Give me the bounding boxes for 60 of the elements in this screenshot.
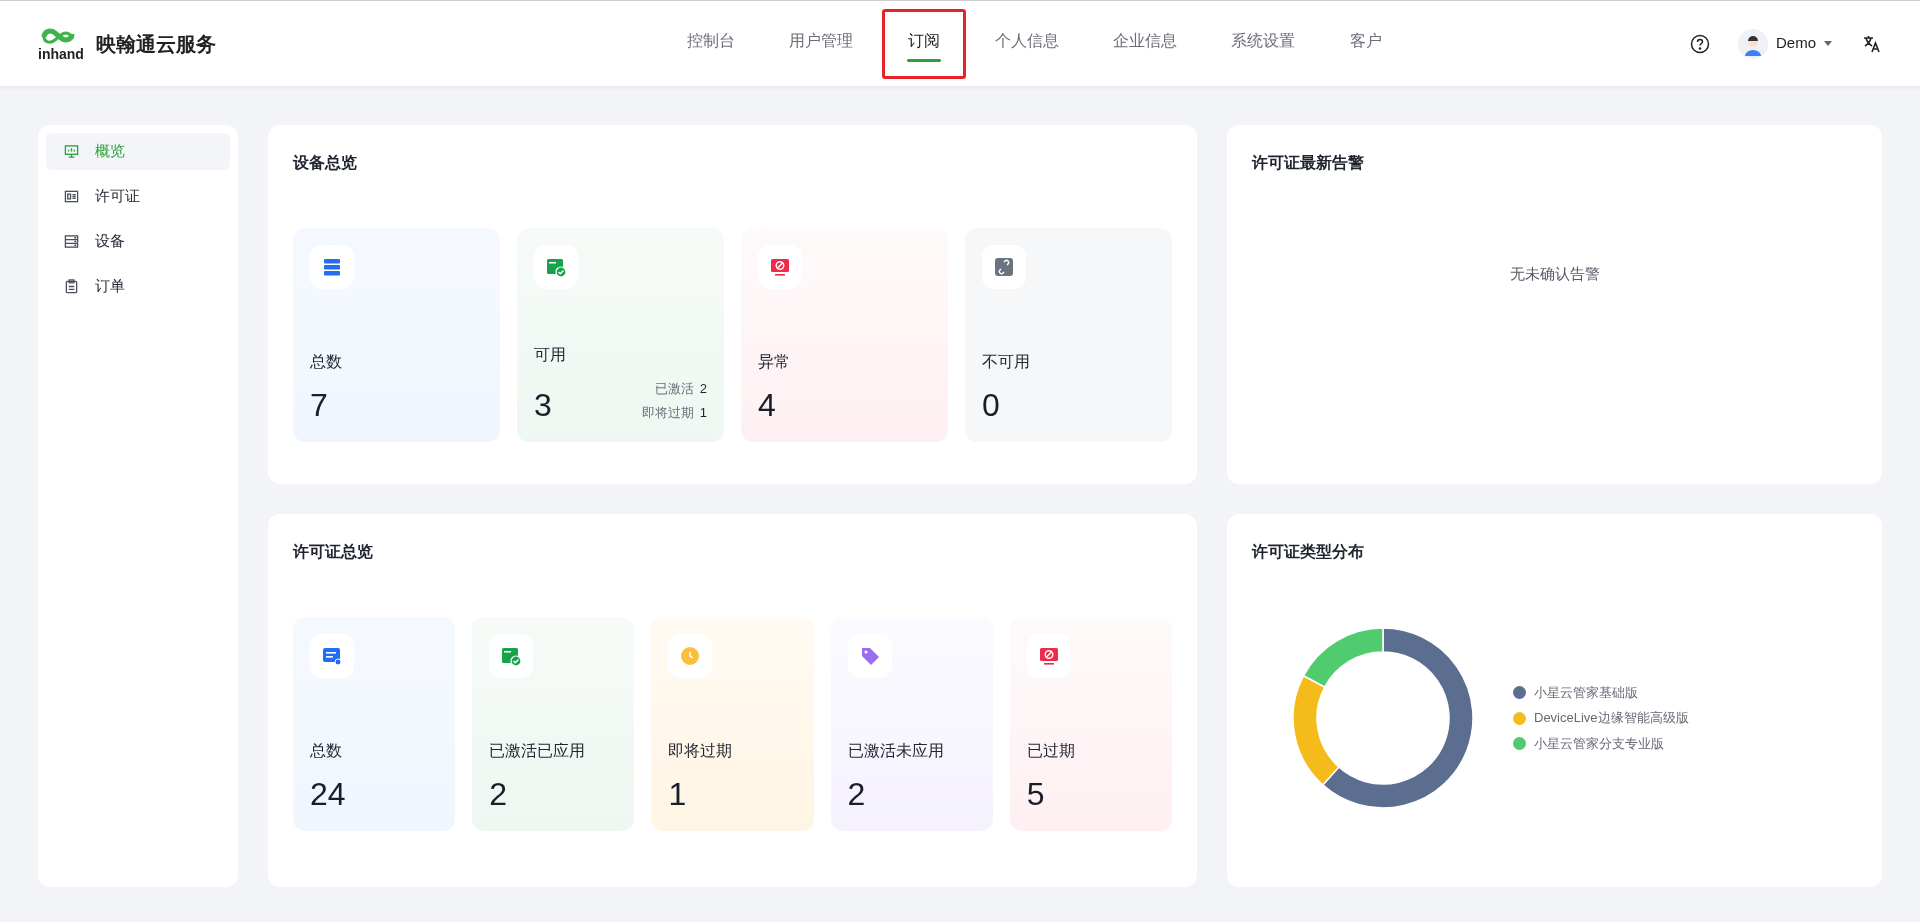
stat-value: 3 — [534, 386, 552, 424]
nav-tab[interactable]: 系统设置 — [1206, 8, 1320, 79]
server-icon — [64, 234, 79, 249]
sidebar-item[interactable]: 订单 — [46, 268, 230, 305]
sidebar-item[interactable]: 概览 — [46, 133, 230, 170]
stat-label: 总数 — [310, 352, 343, 372]
user-menu[interactable]: Demo — [1738, 28, 1832, 59]
panel-title: 许可证类型分布 — [1252, 542, 1365, 562]
stat-label: 可用 — [534, 345, 567, 365]
caret-icon — [1824, 41, 1832, 46]
sidebar-item[interactable]: 设备 — [46, 223, 230, 260]
stat-label: 已激活未应用 — [847, 741, 945, 761]
stat-label: 不可用 — [982, 352, 1031, 372]
panel-title: 设备总览 — [293, 153, 358, 173]
detail-value: 1 — [699, 403, 707, 422]
clock-icon — [679, 645, 702, 667]
stat-label: 已激活已应用 — [489, 741, 587, 761]
nav-tab[interactable]: 企业信息 — [1088, 8, 1202, 79]
detail-value: 2 — [699, 380, 707, 398]
nav-tab[interactable]: 用户管理 — [764, 8, 878, 79]
blocked-monitor-icon — [769, 256, 791, 278]
legend-label: 小星云管家分支专业版 — [1534, 734, 1664, 753]
nav-tab[interactable]: 客户 — [1324, 8, 1408, 79]
help-icon[interactable] — [1690, 33, 1710, 54]
stat-value: 1 — [668, 775, 687, 813]
stat-label: 总数 — [310, 741, 343, 761]
folder-check-icon — [500, 645, 523, 667]
legend-label: 小星云管家基础版 — [1534, 683, 1638, 702]
nav-tab[interactable]: 控制台 — [662, 8, 760, 79]
nav-tab[interactable]: 订阅 — [882, 8, 966, 79]
stat-label: 已过期 — [1026, 741, 1076, 761]
certificate-icon — [321, 645, 343, 667]
translate-icon[interactable] — [1862, 33, 1882, 54]
monitor-icon — [64, 144, 79, 159]
empty-message: 无未确认告警 — [1509, 264, 1600, 284]
stat-value: 2 — [489, 775, 507, 813]
avatar-icon — [1738, 28, 1768, 59]
broken-link-icon — [993, 256, 1015, 278]
legend-label: DeviceLive边缘智能高级版 — [1534, 709, 1689, 728]
folder-check-icon — [545, 256, 567, 278]
stat-value: 24 — [310, 775, 346, 813]
stat-value: 2 — [847, 775, 866, 813]
detail-label: 即将过期 — [641, 403, 694, 422]
server-icon — [321, 256, 343, 278]
stat-value: 7 — [310, 386, 328, 424]
nav-tab[interactable]: 个人信息 — [970, 8, 1084, 79]
stat-value: 5 — [1026, 775, 1045, 813]
panel-title: 许可证最新告警 — [1252, 153, 1365, 173]
blocked-monitor-icon — [1037, 645, 1060, 667]
id-card-icon — [64, 189, 79, 204]
detail-label: 已激活 — [654, 380, 694, 398]
stat-label: 即将过期 — [668, 741, 734, 761]
stat-value: 0 — [982, 386, 1000, 424]
panel-title: 许可证总览 — [293, 542, 374, 562]
logo-text: inhand — [38, 46, 84, 61]
brand-name: 映翰通云服务 — [95, 31, 216, 57]
clipboard-icon — [64, 279, 79, 294]
stat-label: 异常 — [758, 352, 791, 372]
stat-value: 4 — [758, 386, 776, 424]
sidebar-item[interactable]: 许可证 — [46, 178, 230, 215]
